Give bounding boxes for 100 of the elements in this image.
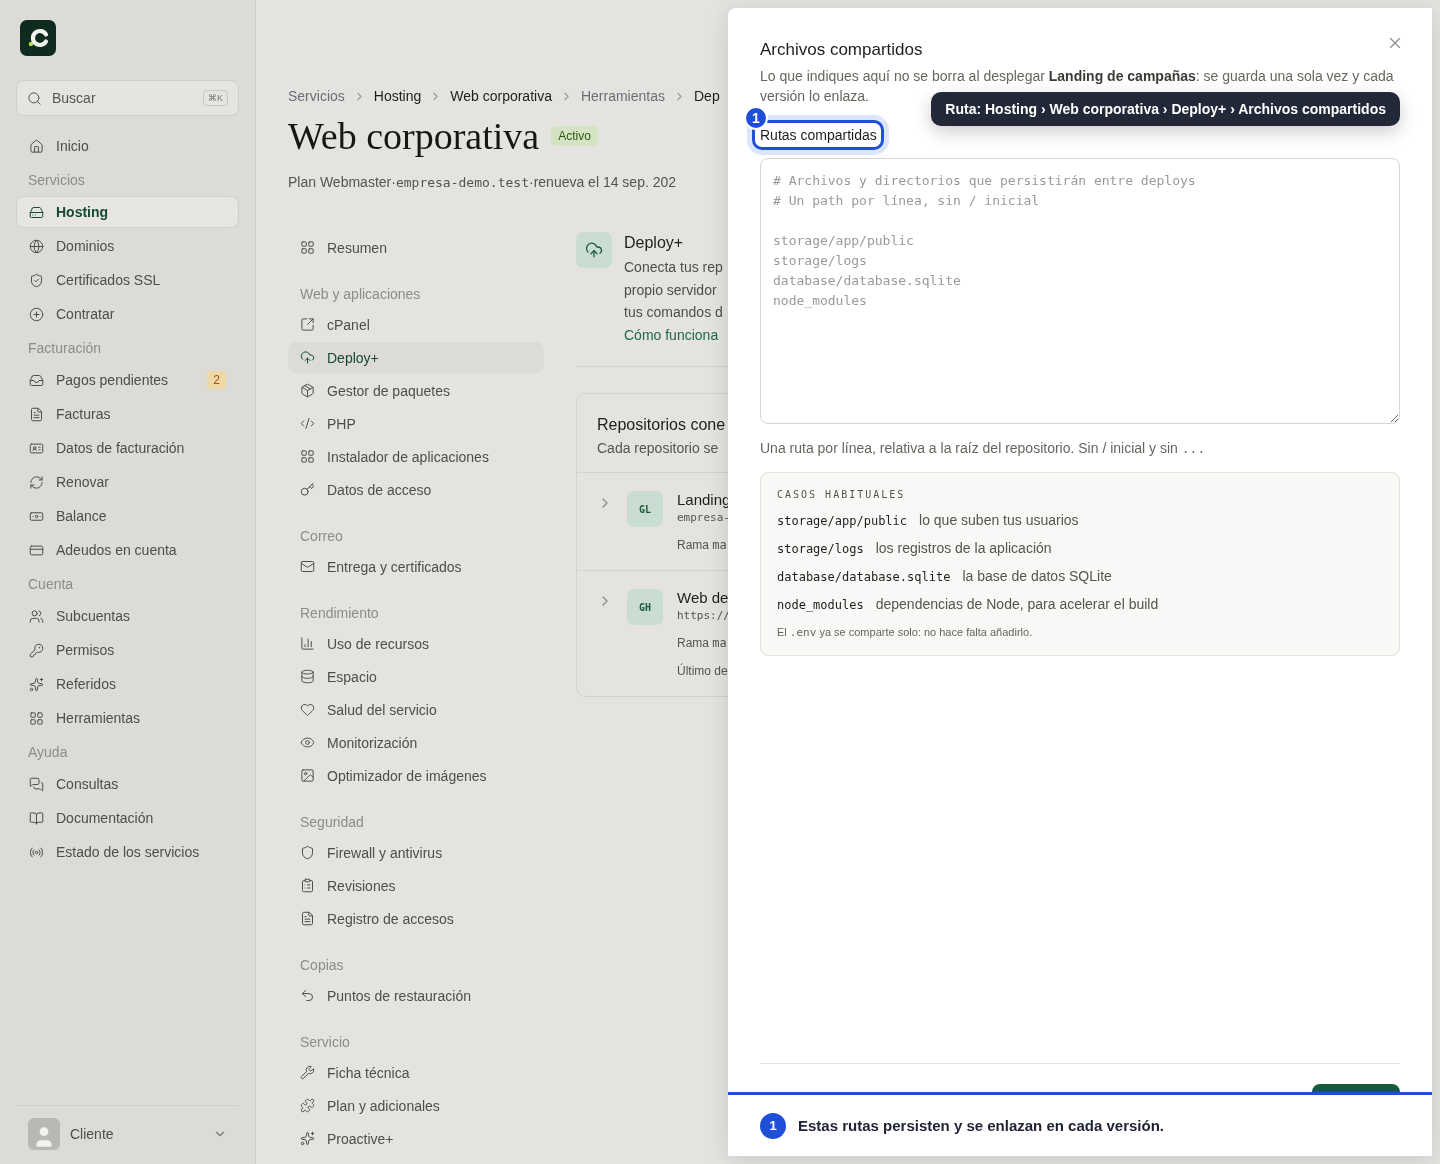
nav-item[interactable]: Registro de accesos <box>288 903 544 934</box>
nav-icon <box>29 676 44 692</box>
nav-section-label: Correo <box>299 527 344 546</box>
page-title: Web corporativa <box>288 114 540 158</box>
status-badge: Activo <box>551 126 598 146</box>
nav-icon <box>29 372 44 388</box>
nav-icon <box>300 317 315 332</box>
nav-item[interactable]: Espacio <box>288 661 544 692</box>
nav-icon <box>300 350 315 365</box>
nav-item[interactable]: Referidos <box>16 668 239 700</box>
nav-item[interactable]: Puntos de restauración <box>288 980 544 1011</box>
nav-item[interactable]: Monitorización <box>288 727 544 758</box>
save-button[interactable] <box>1312 1084 1400 1092</box>
help-link[interactable]: Cómo funciona <box>624 326 719 343</box>
repo-name[interactable]: Web de <box>677 589 728 606</box>
path-description: lo que suben tus usuarios <box>919 512 1079 528</box>
repo-branch: Rama ma <box>677 636 728 650</box>
path-description: dependencias de Node, para acelerar el build <box>875 596 1159 612</box>
nav-item[interactable]: Consultas <box>16 768 239 800</box>
search-bar[interactable]: Buscar ⌘K <box>16 80 239 116</box>
nav-icon <box>300 1098 315 1113</box>
path-tooltip: Ruta: Hosting › Web corporativa › Deploy+ › Archivos compartidos <box>931 92 1400 126</box>
nav-section-label: Servicios <box>27 171 86 190</box>
nav-section-label: Web y aplicaciones <box>299 285 422 304</box>
nav-item[interactable]: Deploy+ <box>288 342 544 373</box>
nav-item[interactable]: Inicio <box>16 130 239 162</box>
nav-item[interactable]: Pagos pendientes 2 <box>16 364 239 396</box>
description-line: propio servidor <box>624 280 718 300</box>
avatar <box>28 1118 60 1150</box>
repo-source: empresa- <box>677 511 728 524</box>
nav-icon <box>300 768 315 783</box>
nav-icon <box>29 306 44 322</box>
nav-item[interactable]: Ficha técnica <box>288 1057 544 1088</box>
nav-item[interactable]: Permisos <box>16 634 239 666</box>
nav-icon <box>300 702 315 717</box>
nav-item[interactable]: Herramientas <box>16 702 239 734</box>
repo-last-deploy: Último de <box>677 664 728 678</box>
nav-item[interactable]: PHP <box>288 408 544 439</box>
nav-item[interactable]: Plan y adicionales <box>288 1090 544 1121</box>
nav-item[interactable]: Instalador de aplicaciones <box>288 441 544 472</box>
nav-item[interactable]: Estado de los servicios <box>16 836 239 868</box>
nav-item[interactable]: Balance <box>16 500 239 532</box>
nav-item[interactable]: Facturas <box>16 398 239 430</box>
nav-item[interactable]: Subcuentas <box>16 600 239 632</box>
path-description: la base de datos SQLite <box>962 568 1112 584</box>
tour-message: Estas rutas persisten y se enlazan en cada versión. <box>798 1117 1164 1134</box>
nav-item[interactable]: Datos de facturación <box>16 432 239 464</box>
search-icon <box>27 90 42 106</box>
nav-icon <box>300 911 315 926</box>
app-logo[interactable] <box>20 20 56 56</box>
plan-summary: Plan Webmaster·empresa-demo.test·renueva el 14 sep. 202 <box>288 174 678 190</box>
nav-item[interactable]: cPanel <box>288 309 544 340</box>
nav-item[interactable]: Documentación <box>16 802 239 834</box>
nav-icon <box>29 642 44 658</box>
search-input[interactable]: Buscar <box>50 89 195 107</box>
nav-item[interactable]: Uso de recursos <box>288 628 544 659</box>
breadcrumb-link[interactable]: Hosting <box>373 88 422 104</box>
nav-icon <box>29 542 44 558</box>
paths-textarea[interactable]: # Archivos y directorios que persistirán entre deploys # Un path por línea, sin / inicial storage/app/public storage/logs database/database.sqlite node_modules <box>760 158 1400 424</box>
nav-item[interactable]: Dominios <box>16 230 239 262</box>
breadcrumb-link[interactable]: Servicios <box>288 88 345 104</box>
user-name[interactable]: Cliente <box>70 1126 203 1142</box>
repo-avatar: GH <box>627 589 663 625</box>
nav-icon <box>300 1065 315 1080</box>
nav-icon <box>300 735 315 750</box>
nav-icon <box>300 449 315 464</box>
nav-item[interactable]: Datos de acceso <box>288 474 544 505</box>
nav-item[interactable]: Firewall y antivirus <box>288 837 544 868</box>
breadcrumb-link[interactable]: Web corporativa <box>450 88 552 104</box>
nav-item[interactable]: Gestor de paquetes <box>288 375 544 406</box>
help-text: Una ruta por línea, relativa a la raíz del repositorio. Sin / inicial y sin ... <box>760 440 1207 456</box>
breadcrumb-link[interactable]: Dep <box>694 88 720 104</box>
nav-item[interactable]: Entrega y certificados <box>288 551 544 582</box>
breadcrumb-link[interactable]: Herramientas <box>580 88 665 104</box>
path-description: los registros de la aplicación <box>875 540 1052 556</box>
path-code: storage/logs <box>777 542 864 556</box>
nav-item[interactable]: Proactive+ <box>288 1123 544 1154</box>
nav-icon <box>29 608 44 624</box>
nav-icon <box>29 474 44 490</box>
nav-icon <box>29 776 44 792</box>
nav-item[interactable]: Optimizador de imágenes <box>288 760 544 791</box>
nav-section-label: Rendimiento <box>299 604 380 623</box>
nav-item[interactable]: Adeudos en cuenta <box>16 534 239 566</box>
step-badge: 1 <box>760 1112 786 1139</box>
nav-item[interactable]: Revisiones <box>288 870 544 901</box>
nav-icon <box>29 272 44 288</box>
nav-item[interactable]: Renovar <box>16 466 239 498</box>
nav-item[interactable]: Salud del servicio <box>288 694 544 725</box>
nav-icon <box>29 138 44 154</box>
nav-item[interactable]: Resumen <box>288 232 544 263</box>
nav-icon <box>29 406 44 422</box>
nav-item[interactable]: Hosting <box>16 196 239 228</box>
nav-icon <box>300 416 315 431</box>
nav-section-label: Servicio <box>299 1033 351 1052</box>
panel-title: Archivos compartidos <box>760 40 923 60</box>
path-code: node_modules <box>777 598 864 612</box>
nav-item[interactable]: Certificados SSL <box>16 264 239 296</box>
repo-branch: Rama ma <box>677 538 728 552</box>
nav-item[interactable]: Contratar <box>16 298 239 330</box>
nav-icon <box>300 636 315 651</box>
